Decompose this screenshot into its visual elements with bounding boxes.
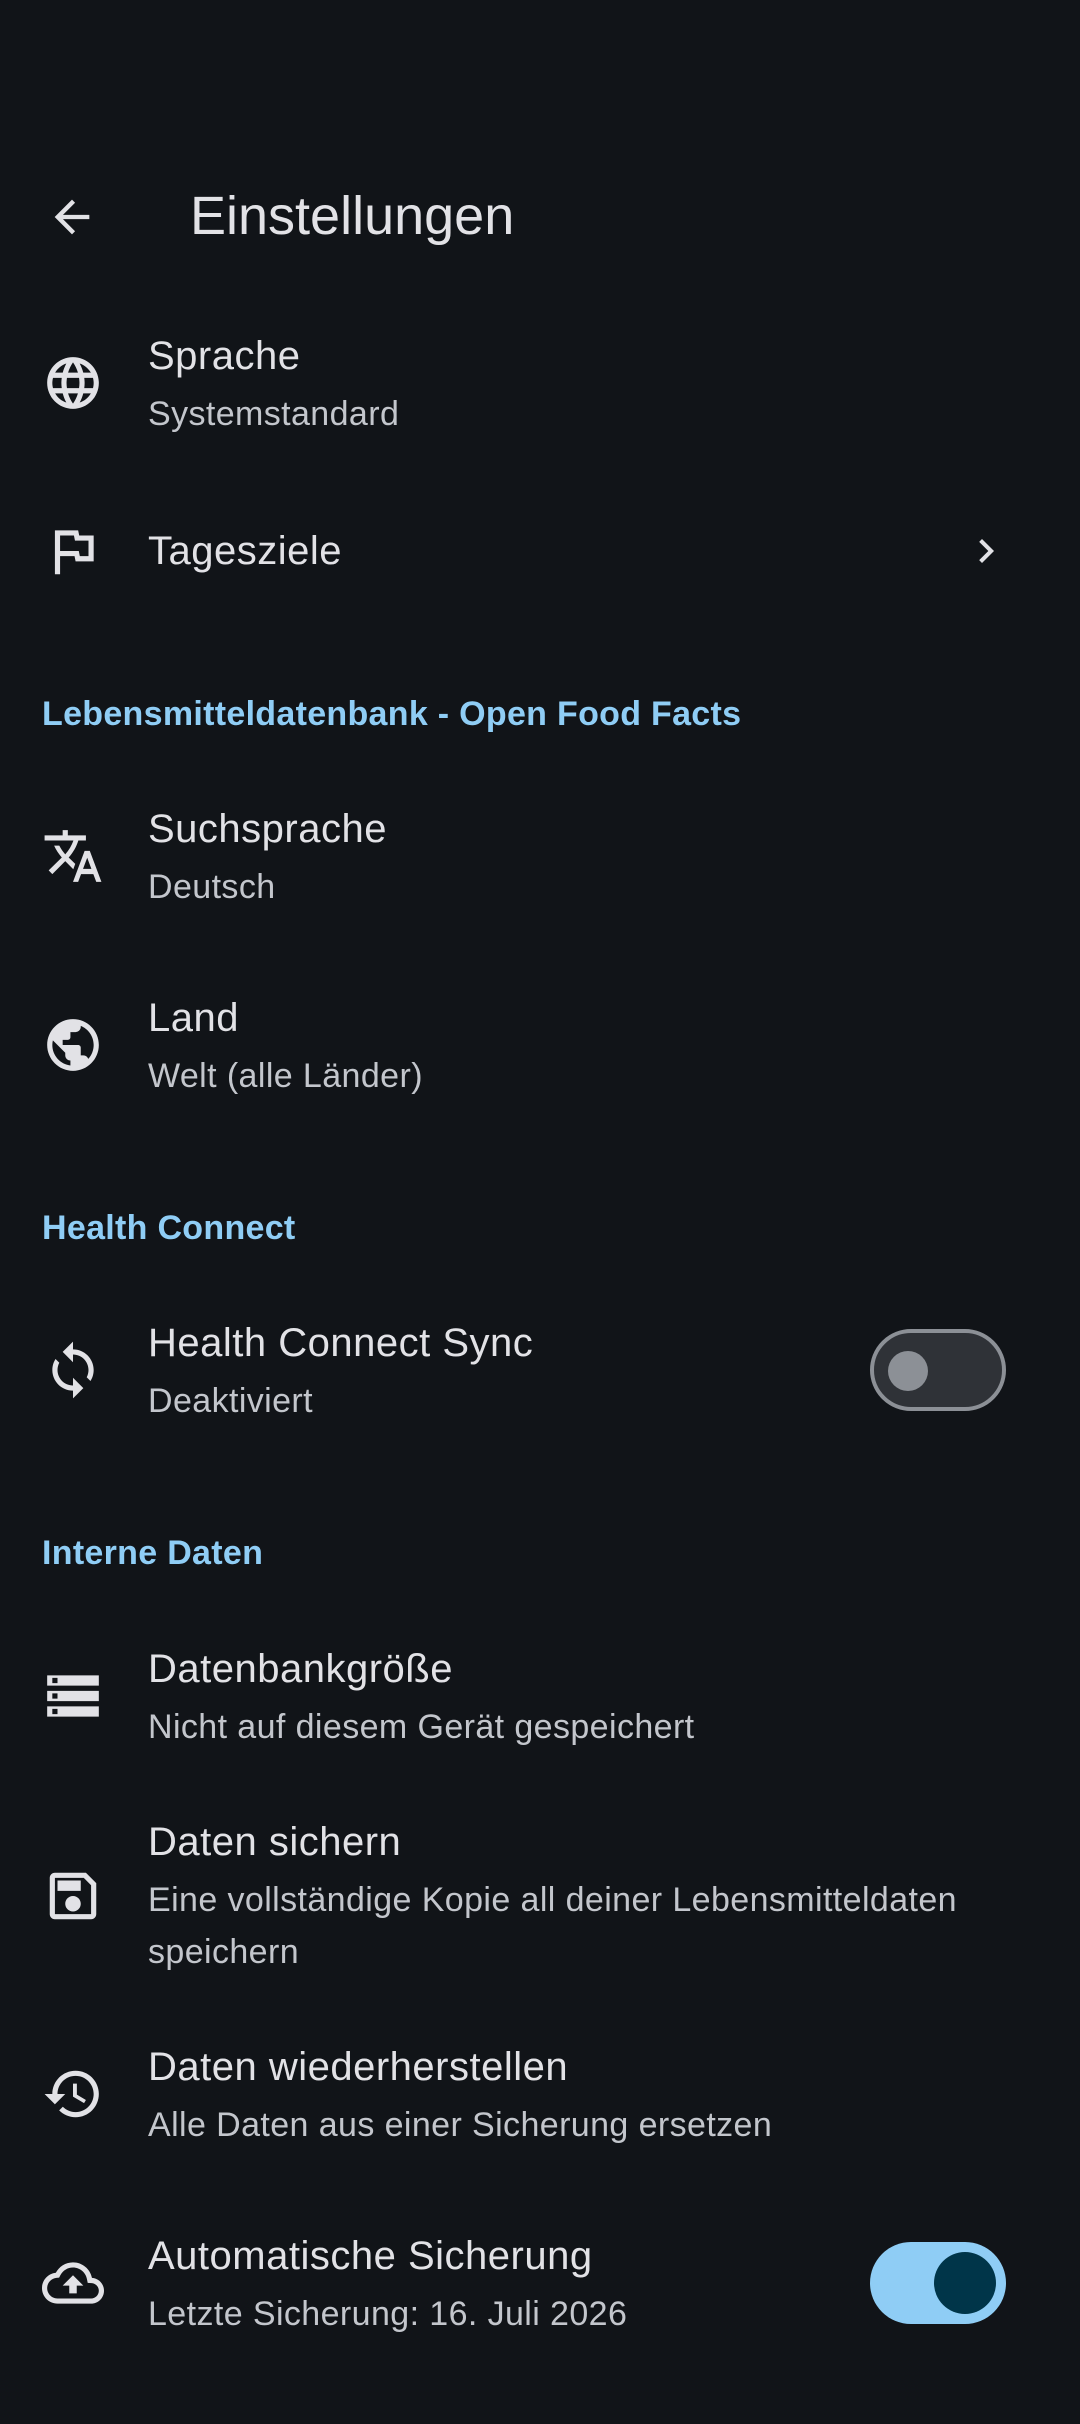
country-title: Land: [148, 996, 239, 1040]
translate-icon: [40, 823, 106, 889]
flag-icon: [40, 518, 106, 584]
globe-icon: [40, 350, 106, 416]
arrow-back-icon: [54, 199, 90, 235]
health-connect-sync-title: Health Connect Sync: [148, 1321, 534, 1365]
database-size-subtitle: Nicht auf diesem Gerät gespeichert: [148, 1708, 695, 1746]
page-title: Einstellungen: [190, 186, 515, 246]
section-header-food-database: Lebensmitteldatenbank - Open Food Facts: [42, 695, 742, 733]
settings-item-backup[interactable]: Daten sichern Eine vollständige Kopie al…: [0, 1808, 1080, 1988]
chevron-right-icon: [979, 539, 994, 563]
health-connect-sync-subtitle: Deaktiviert: [148, 1382, 314, 1420]
sync-icon: [40, 1337, 106, 1403]
save-icon: [40, 1863, 106, 1929]
search-language-subtitle: Deutsch: [148, 868, 276, 906]
top-app-bar: Einstellungen: [0, 145, 1080, 285]
switch-thumb: [934, 2252, 996, 2314]
auto-backup-switch[interactable]: [870, 2242, 1006, 2324]
auto-backup-subtitle: Letzte Sicherung: 16. Juli 2026: [148, 2295, 628, 2333]
daily-goals-title: Tagesziele: [148, 529, 343, 573]
settings-item-country[interactable]: Land Welt (alle Länder): [0, 984, 1080, 1109]
section-header-health-connect: Health Connect: [42, 1209, 296, 1247]
public-earth-icon: [40, 1012, 106, 1078]
section-header-internal-data: Interne Daten: [42, 1534, 264, 1572]
settings-item-auto-backup[interactable]: Automatische Sicherung Letzte Sicherung:…: [0, 2222, 1080, 2347]
storage-icon: [40, 1663, 106, 1729]
settings-item-daily-goals[interactable]: Tagesziele: [0, 508, 1080, 594]
back-button[interactable]: [24, 169, 120, 265]
database-size-title: Datenbankgröße: [148, 1647, 453, 1691]
search-language-title: Suchsprache: [148, 807, 387, 851]
settings-item-database-size[interactable]: Datenbankgröße Nicht auf diesem Gerät ge…: [0, 1635, 1080, 1760]
auto-backup-title: Automatische Sicherung: [148, 2234, 593, 2278]
settings-item-search-language[interactable]: Suchsprache Deutsch: [0, 795, 1080, 920]
settings-item-restore[interactable]: Daten wiederherstellen Alle Daten aus ei…: [0, 2033, 1080, 2158]
restore-title: Daten wiederherstellen: [148, 2045, 569, 2089]
country-subtitle: Welt (alle Länder): [148, 1057, 423, 1095]
switch-thumb: [888, 1351, 928, 1391]
settings-item-health-connect-sync[interactable]: Health Connect Sync Deaktiviert: [0, 1309, 1080, 1434]
restore-subtitle: Alle Daten aus einer Sicherung ersetzen: [148, 2106, 773, 2144]
backup-subtitle: Eine vollständige Kopie all deiner Leben…: [148, 1881, 957, 1971]
backup-title: Daten sichern: [148, 1820, 402, 1864]
cloud-upload-icon: [40, 2250, 106, 2316]
health-connect-sync-switch[interactable]: [870, 1329, 1006, 1411]
language-title: Sprache: [148, 334, 301, 378]
language-subtitle: Systemstandard: [148, 395, 400, 433]
history-icon: [40, 2061, 106, 2127]
settings-item-language[interactable]: Sprache Systemstandard: [0, 322, 1080, 447]
